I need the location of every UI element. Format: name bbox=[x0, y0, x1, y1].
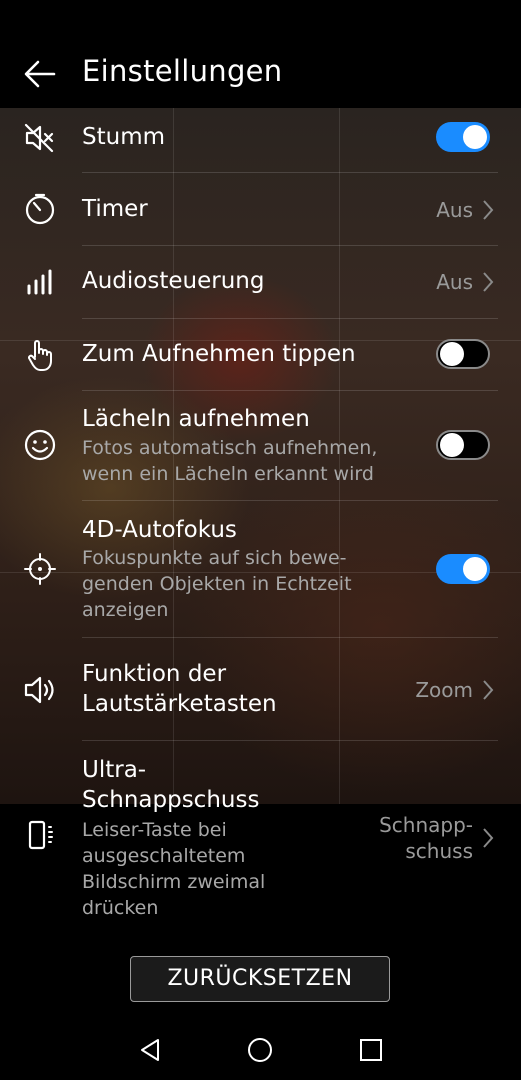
audio-control-icon bbox=[27, 269, 52, 295]
toggle-knob bbox=[463, 125, 487, 149]
nav-recents-icon[interactable] bbox=[357, 1036, 385, 1064]
volume-icon bbox=[24, 676, 54, 704]
setting-row-mute[interactable]: Stumm bbox=[0, 108, 521, 172]
timer-icon bbox=[25, 193, 55, 225]
phone-snapshot-icon bbox=[28, 820, 53, 850]
setting-value: Schnapp- bbox=[379, 813, 473, 837]
setting-description: genden Objekten in Echtzeit bbox=[82, 573, 352, 595]
setting-label: 4D-Autofokus bbox=[82, 517, 237, 543]
setting-label: Ultra- bbox=[82, 757, 147, 783]
system-navigation-bar bbox=[0, 1020, 521, 1080]
setting-value: Zoom bbox=[415, 678, 473, 702]
setting-description: Bildschirm zweimal bbox=[82, 871, 266, 893]
setting-row-ultra-snapshot[interactable]: Ultra- Schnappschuss Leiser-Taste bei au… bbox=[0, 741, 521, 931]
setting-row-timer[interactable]: Timer Aus bbox=[0, 173, 521, 245]
setting-row-volume-keys[interactable]: Funktion der Lautstärketasten Zoom bbox=[0, 638, 521, 740]
reset-button[interactable]: ZURÜCKSETZEN bbox=[130, 956, 390, 1002]
mute-icon bbox=[24, 123, 54, 153]
setting-label: Lächeln aufnehmen bbox=[82, 406, 310, 432]
chevron-right-icon bbox=[483, 828, 494, 848]
setting-value: schuss bbox=[405, 839, 473, 863]
setting-description: drücken bbox=[82, 897, 159, 919]
setting-label: Timer bbox=[82, 196, 148, 222]
setting-description: Fotos automatisch aufnehmen, bbox=[82, 437, 378, 459]
camera-settings-screen: Einstellungen Stumm Timer Aus Audiosteue… bbox=[0, 0, 521, 1080]
toggle-knob bbox=[440, 342, 464, 366]
smile-icon bbox=[24, 429, 56, 461]
autofocus-toggle[interactable] bbox=[436, 554, 490, 584]
setting-description: wenn ein Lächeln erkannt wird bbox=[82, 463, 374, 485]
tap-hand-icon bbox=[28, 340, 52, 371]
toggle-knob bbox=[440, 433, 464, 457]
mute-toggle[interactable] bbox=[436, 122, 490, 152]
nav-back-icon[interactable] bbox=[136, 1036, 164, 1064]
setting-value: Aus bbox=[436, 270, 473, 294]
tap-to-capture-toggle[interactable] bbox=[436, 339, 490, 369]
setting-label: Funktion der bbox=[82, 661, 227, 687]
setting-description: ausgeschaltetem bbox=[82, 845, 246, 867]
setting-value: Aus bbox=[436, 198, 473, 222]
app-header: Einstellungen bbox=[0, 0, 521, 108]
setting-label: Stumm bbox=[82, 124, 166, 150]
page-title: Einstellungen bbox=[82, 54, 283, 88]
back-button[interactable] bbox=[22, 56, 58, 92]
chevron-right-icon bbox=[483, 680, 494, 700]
chevron-right-icon bbox=[483, 200, 494, 220]
setting-label: Zum Aufnehmen tippen bbox=[82, 341, 356, 367]
chevron-right-icon bbox=[483, 272, 494, 292]
focus-target-icon bbox=[24, 553, 56, 585]
nav-home-icon[interactable] bbox=[246, 1036, 274, 1064]
setting-label: Audiosteuerung bbox=[82, 268, 265, 294]
setting-description: Leiser-Taste bei bbox=[82, 819, 227, 841]
setting-row-tap-to-capture[interactable]: Zum Aufnehmen tippen bbox=[0, 319, 521, 390]
toggle-knob bbox=[463, 557, 487, 581]
smile-capture-toggle[interactable] bbox=[436, 430, 490, 460]
setting-label: Lautstärketasten bbox=[82, 691, 277, 717]
setting-row-4d-autofocus[interactable]: 4D-Autofokus Fokuspunkte auf sich bewe- … bbox=[0, 501, 521, 637]
setting-label: Schnappschuss bbox=[82, 787, 260, 813]
setting-row-audio-control[interactable]: Audiosteuerung Aus bbox=[0, 246, 521, 318]
setting-row-smile-capture[interactable]: Lächeln aufnehmen Fotos automatisch aufn… bbox=[0, 391, 521, 500]
setting-description: anzeigen bbox=[82, 599, 169, 621]
back-arrow-icon bbox=[24, 60, 56, 88]
setting-description: Fokuspunkte auf sich bewe- bbox=[82, 547, 347, 569]
